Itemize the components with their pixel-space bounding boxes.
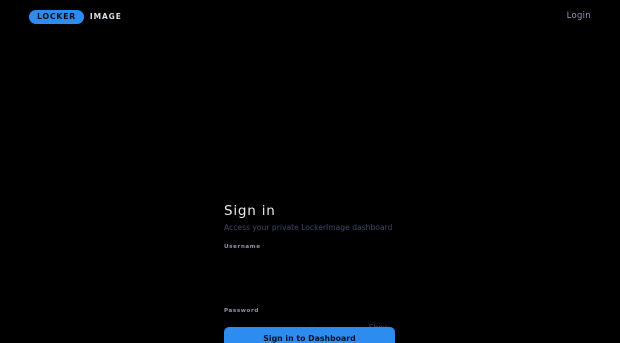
sign-in-form: Sign in Access your private LockerImage … (224, 202, 395, 339)
page: LOCKER IMAGE Login Sign in Access your p… (0, 0, 620, 343)
logo[interactable]: LOCKER IMAGE (29, 10, 122, 24)
username-field[interactable] (224, 251, 395, 273)
sign-in-button[interactable]: Sign in to Dashboard (224, 327, 395, 343)
logo-text: IMAGE (89, 12, 122, 21)
page-subtitle: Access your private LockerImage dashboar… (224, 223, 393, 232)
password-label: Password (224, 308, 259, 314)
login-link[interactable]: Login (567, 11, 591, 21)
logo-badge: LOCKER (29, 10, 84, 24)
page-title: Sign in (224, 203, 276, 219)
header: LOCKER IMAGE Login (0, 0, 620, 34)
username-label: Username (224, 244, 261, 250)
